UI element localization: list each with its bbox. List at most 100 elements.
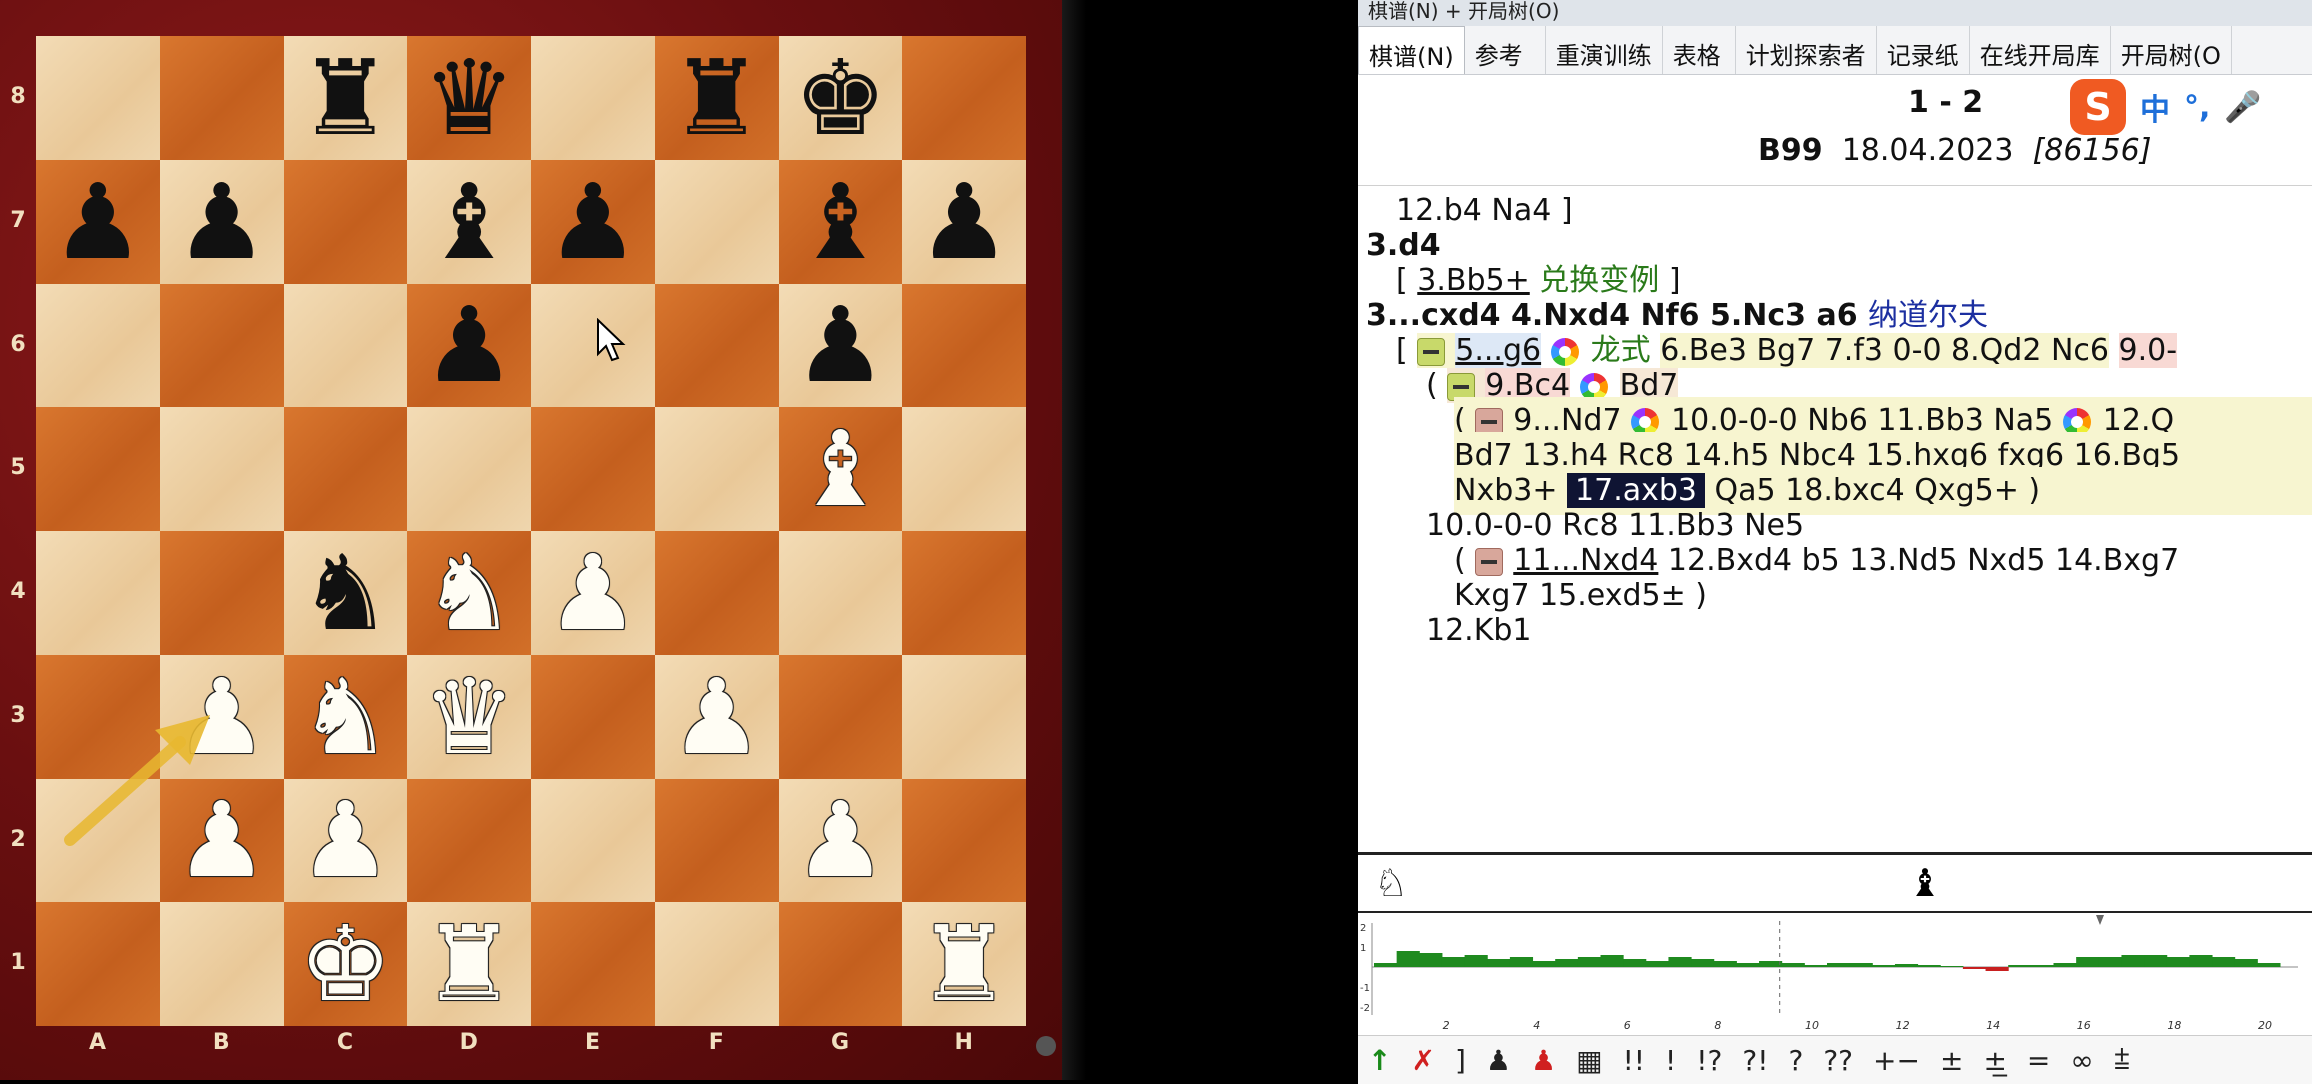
square-b8[interactable]: [159, 36, 284, 160]
tab-scoresheet[interactable]: 记录纸: [1877, 26, 1970, 74]
square-f2[interactable]: [654, 778, 779, 903]
square-e6[interactable]: [531, 283, 655, 408]
square-f7[interactable]: [654, 159, 779, 284]
notation-text[interactable]: 12.b4 Na4 ] 3.d4 [ 3.Bb5+ 兑换变例 ] 3...cxd…: [1358, 187, 2312, 853]
good-button[interactable]: !: [1655, 1044, 1686, 1077]
white-bishop-icon[interactable]: ♝: [794, 417, 887, 521]
square-h7[interactable]: ♟: [902, 159, 1026, 284]
chessboard[interactable]: ♜ ♛ ♜ ♚ ♟ ♟ ♝ ♟ ♝ ♟ ♟ ♟ ♝ ♞ ♞ ♟ ♟ ♞ ♛ ♟ ♟ ♟ ♟ ♚ ♜ ♜: [36, 36, 1026, 1026]
square-d2[interactable]: [407, 778, 531, 903]
square-h2[interactable]: [902, 778, 1026, 903]
board-corner-button[interactable]: [1036, 1036, 1056, 1056]
tab-opening-tree[interactable]: 开局树(O: [2111, 26, 2232, 74]
square-f3[interactable]: ♟: [654, 654, 779, 779]
mistake-button[interactable]: ?: [1778, 1044, 1813, 1077]
white-pawn-icon[interactable]: ♟: [670, 665, 763, 769]
square-b7[interactable]: ♟: [159, 159, 284, 284]
square-g3[interactable]: [778, 654, 903, 779]
square-e2[interactable]: [531, 778, 655, 903]
square-e7[interactable]: ♟: [531, 159, 655, 284]
square-g2[interactable]: ♟: [778, 778, 903, 903]
white-pawn-icon[interactable]: ♟: [546, 541, 639, 645]
ime-mode-toggle[interactable]: 中: [2140, 85, 2170, 129]
square-d6[interactable]: ♟: [407, 283, 531, 408]
square-h1[interactable]: ♜: [902, 902, 1026, 1026]
black-pawn-icon[interactable]: ♟: [1476, 1044, 1521, 1077]
move-text[interactable]: 12.Kb1: [1426, 613, 1532, 648]
square-b1[interactable]: [159, 902, 284, 1026]
tab-table[interactable]: 表格: [1663, 26, 1736, 74]
square-e8[interactable]: [531, 36, 655, 160]
interesting-button[interactable]: !?: [1686, 1044, 1732, 1077]
square-a8[interactable]: [36, 36, 160, 160]
dubious-button[interactable]: ?!: [1732, 1044, 1778, 1077]
white-queen-icon[interactable]: ♛: [423, 665, 516, 769]
square-e5[interactable]: [531, 407, 655, 531]
square-d5[interactable]: [407, 407, 531, 531]
black-bishop-icon[interactable]: ♝: [794, 170, 887, 274]
square-a5[interactable]: [36, 407, 160, 531]
white-slight-advantage-button[interactable]: ±̲: [1973, 1044, 2016, 1077]
square-d3[interactable]: ♛: [407, 654, 531, 779]
tab-notation[interactable]: 棋谱(N): [1358, 26, 1465, 74]
square-d4[interactable]: ♞: [407, 531, 531, 655]
black-knight-icon[interactable]: ♞: [299, 541, 392, 645]
square-c7[interactable]: [283, 159, 408, 284]
white-king-icon[interactable]: ♚: [299, 912, 392, 1016]
delete-variation-icon[interactable]: ✗: [1401, 1044, 1444, 1077]
white-advantage-button[interactable]: ±: [1930, 1044, 1973, 1077]
square-h3[interactable]: [902, 654, 1026, 779]
black-pawn-icon[interactable]: ♟: [51, 170, 144, 274]
square-b4[interactable]: [159, 531, 284, 655]
square-g4[interactable]: [778, 531, 903, 655]
move-text[interactable]: 9.0-: [2118, 333, 2178, 368]
square-g8[interactable]: ♚: [778, 36, 903, 160]
black-rook-icon[interactable]: ♜: [299, 46, 392, 150]
black-king-icon[interactable]: ♚: [794, 46, 887, 150]
black-rook-icon[interactable]: ♜: [670, 46, 763, 150]
white-winning-button[interactable]: +−: [1863, 1044, 1930, 1077]
square-c4[interactable]: ♞: [283, 531, 408, 655]
square-b5[interactable]: [159, 407, 284, 531]
square-d1[interactable]: ♜: [407, 902, 531, 1026]
square-c8[interactable]: ♜: [283, 36, 408, 160]
ime-toolbar[interactable]: S 中 °, 🎤: [2070, 79, 2262, 135]
ime-logo-icon[interactable]: S: [2070, 79, 2126, 135]
square-d8[interactable]: ♛: [407, 36, 531, 160]
white-rook-icon[interactable]: ♜: [918, 912, 1011, 1016]
square-c2[interactable]: ♟: [283, 778, 408, 903]
tab-online-book[interactable]: 在线开局库: [1970, 26, 2111, 74]
square-a1[interactable]: [36, 902, 160, 1026]
square-h4[interactable]: [902, 531, 1026, 655]
black-pawn-icon[interactable]: ♟: [794, 293, 887, 397]
square-e4[interactable]: ♟: [531, 531, 655, 655]
square-g5[interactable]: ♝: [778, 407, 903, 531]
board-icon[interactable]: ▦: [1566, 1044, 1612, 1077]
white-slightly-better-button[interactable]: ⩲: [2104, 1043, 2140, 1077]
square-f1[interactable]: [654, 902, 779, 1026]
square-f8[interactable]: ♜: [654, 36, 779, 160]
tab-reference[interactable]: 参考: [1465, 26, 1546, 74]
square-h6[interactable]: [902, 283, 1026, 408]
square-e3[interactable]: [531, 654, 655, 779]
red-pawn-icon[interactable]: ♟: [1521, 1044, 1566, 1077]
black-pawn-icon[interactable]: ♟: [546, 170, 639, 274]
square-f4[interactable]: [654, 531, 779, 655]
tab-plan-explorer[interactable]: 计划探索者: [1736, 26, 1877, 74]
microphone-icon[interactable]: 🎤: [2224, 90, 2261, 125]
square-g1[interactable]: [778, 902, 903, 1026]
bracket-icon[interactable]: ]: [1445, 1044, 1476, 1077]
white-pawn-icon[interactable]: ♟: [794, 788, 887, 892]
square-g6[interactable]: ♟: [778, 283, 903, 408]
square-g7[interactable]: ♝: [778, 159, 903, 284]
brilliant-button[interactable]: !!: [1613, 1044, 1655, 1077]
unclear-button[interactable]: ∞: [2060, 1044, 2103, 1077]
square-a6[interactable]: [36, 283, 160, 408]
move-text[interactable]: 6.Be3 Bg7 7.f3 0-0 8.Qd2 Nc6: [1660, 333, 2109, 368]
square-a4[interactable]: [36, 531, 160, 655]
ime-punct-toggle[interactable]: °,: [2184, 90, 2210, 125]
up-arrow-icon[interactable]: ↑: [1358, 1044, 1401, 1077]
evaluation-graph[interactable]: 2 1 -1 -2 2 4 6 8 10 12 14 16 18 20: [1358, 915, 2312, 1033]
black-queen-icon[interactable]: ♛: [423, 46, 516, 150]
black-pawn-icon[interactable]: ♟: [175, 170, 268, 274]
